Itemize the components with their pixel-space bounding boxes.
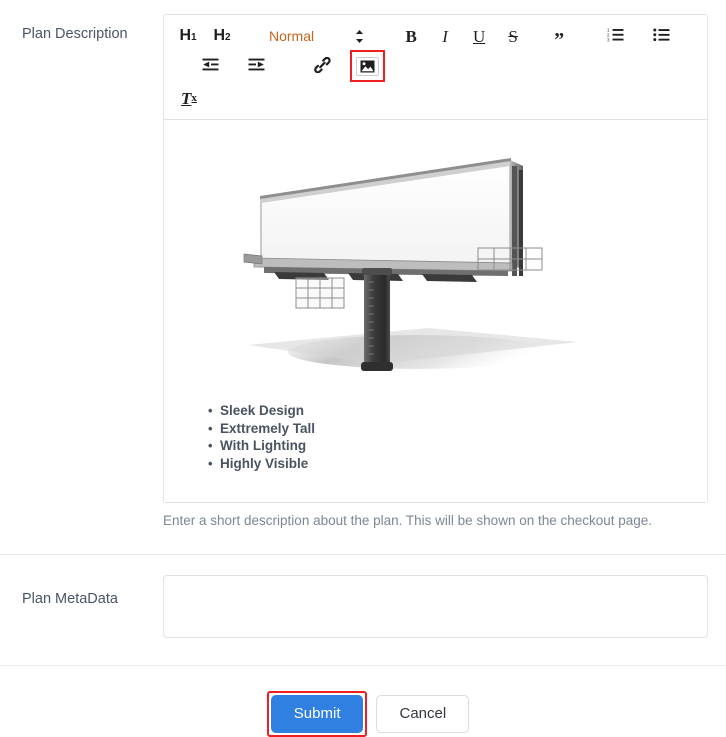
image-button[interactable] xyxy=(350,50,385,82)
outdent-button[interactable] xyxy=(198,53,222,79)
plan-description-row: Plan Description H1 H2 Normal B I U S ” … xyxy=(0,0,726,530)
select-updown-icon xyxy=(355,29,364,44)
spacer-above-divider-1 xyxy=(0,530,726,554)
image-icon xyxy=(356,56,379,76)
block-format-select[interactable]: Normal xyxy=(266,23,367,49)
underline-button[interactable]: U xyxy=(467,23,491,49)
heading2-button[interactable]: H2 xyxy=(210,23,234,49)
heading2-sub: 2 xyxy=(225,32,231,43)
plan-description-help-text: Enter a short description about the plan… xyxy=(163,513,653,528)
clear-format-sub: x xyxy=(191,91,197,104)
heading1-label: H xyxy=(179,27,191,44)
cancel-button[interactable]: Cancel xyxy=(376,695,470,733)
italic-button[interactable]: I xyxy=(433,23,457,49)
heading1-button[interactable]: H1 xyxy=(176,23,200,49)
svg-text:3: 3 xyxy=(607,37,610,42)
strikethrough-button[interactable]: S xyxy=(501,23,525,49)
block-format-value: Normal xyxy=(269,28,315,44)
indent-button[interactable] xyxy=(244,53,268,79)
list-item: Sleek Design xyxy=(208,402,693,420)
plan-metadata-field xyxy=(163,575,726,643)
clear-format-button[interactable]: Tx xyxy=(176,85,697,111)
plan-description-label: Plan Description xyxy=(22,26,128,42)
form-actions: Submit Cancel xyxy=(0,666,726,737)
submit-button[interactable]: Submit xyxy=(270,695,364,733)
plan-metadata-label: Plan MetaData xyxy=(22,591,118,607)
list-item: Highly Visible xyxy=(208,455,693,473)
submit-button-highlight: Submit xyxy=(266,691,368,737)
clear-format-label: T xyxy=(181,88,192,108)
list-item: With Lighting xyxy=(208,437,693,455)
billboard-image[interactable] xyxy=(178,130,693,388)
feature-bullet-list: Sleek Design Exttremely Tall With Lighti… xyxy=(178,402,693,472)
plan-description-field: H1 H2 Normal B I U S ” 1 2 3 T x • Sleek… xyxy=(163,0,726,530)
outdent-icon xyxy=(202,57,219,75)
bold-button[interactable]: B xyxy=(399,23,423,49)
spacer-above-divider-2 xyxy=(0,643,726,665)
list-item: Exttremely Tall xyxy=(208,420,693,438)
heading2-label: H xyxy=(213,27,225,44)
editor-content-area[interactable]: Sleek Design Exttremely Tall With Lighti… xyxy=(164,120,707,502)
bullet-list-button[interactable] xyxy=(649,23,673,49)
indent-icon xyxy=(248,57,265,75)
link-icon xyxy=(313,56,331,76)
bullet-list-icon xyxy=(652,27,670,45)
link-button[interactable] xyxy=(310,53,334,79)
rich-text-editor[interactable]: H1 H2 Normal B I U S ” 1 2 3 T x • Sleek… xyxy=(163,14,708,503)
plan-metadata-row: Plan MetaData xyxy=(0,555,726,643)
editor-toolbar: H1 H2 Normal B I U S ” 1 2 3 T x xyxy=(164,15,707,120)
heading1-sub: 1 xyxy=(191,32,197,43)
plan-metadata-input[interactable] xyxy=(163,575,708,638)
ordered-list-icon: 1 2 3 xyxy=(607,27,624,45)
blockquote-button[interactable]: ” xyxy=(547,23,571,50)
ordered-list-button[interactable]: 1 2 3 xyxy=(603,23,627,49)
